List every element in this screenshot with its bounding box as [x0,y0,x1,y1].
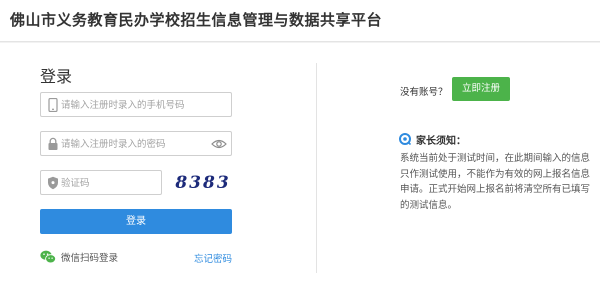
phone-input[interactable] [61,96,225,114]
phone-field[interactable] [40,92,232,117]
top-header: 佛山市义务教育民办学校招生信息管理与数据共享平台 [0,0,600,42]
login-title: 登录 [40,67,73,86]
eye-icon[interactable] [211,138,227,150]
login-panel: 登录 8383 登录 [0,43,600,283]
captcha-image[interactable]: 8383 [172,171,234,195]
login-button[interactable]: 登录 [40,209,232,234]
vertical-divider [316,63,317,273]
wechat-login-label: 微信扫码登录 [61,253,119,264]
forgot-password-link[interactable]: 忘记密码 [194,251,232,265]
phone-icon [48,98,58,112]
captcha-field[interactable] [40,170,162,195]
password-field[interactable] [40,131,232,156]
notice-body: 系统当前处于测试时间，在此期间输入的信息只作测试使用，不能作为有效的网上报名信息… [400,153,591,211]
register-button[interactable]: 立即注册 [452,77,510,101]
notice-header: 家长须知： [399,131,466,147]
lock-icon [48,137,58,150]
notice-icon [399,133,411,145]
captcha-input[interactable] [61,174,157,192]
no-account-text: 没有账号？ [400,87,448,98]
password-input[interactable] [61,135,201,153]
notice-title: 家长须知： [416,135,466,147]
wechat-icon [40,250,56,264]
shield-icon [48,176,58,190]
wechat-login-link[interactable]: 微信扫码登录 [40,249,118,265]
site-title: 佛山市义务教育民办学校招生信息管理与数据共享平台 [10,11,383,29]
